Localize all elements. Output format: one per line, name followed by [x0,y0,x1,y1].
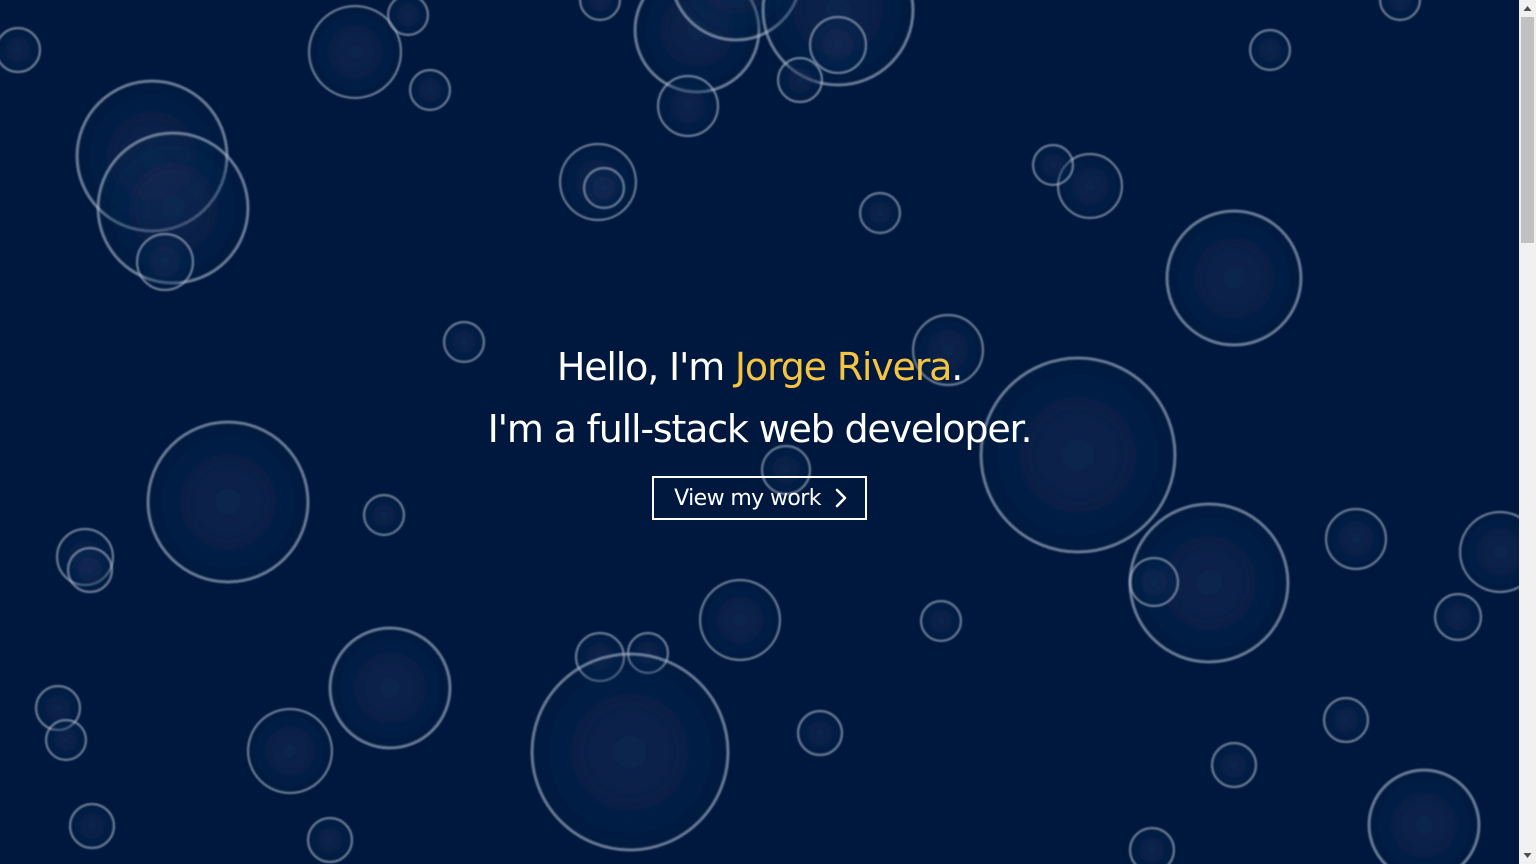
bubble [68,802,116,850]
bubble [135,232,195,292]
greeting-prefix: Hello, I'm [556,345,735,389]
bubble [1248,28,1292,72]
bubble [66,546,114,594]
bubble [919,599,963,643]
bubble [306,816,354,864]
view-my-work-label: View my work [674,485,821,511]
developer-name: Jorge Rivera [734,345,953,389]
bubble [1433,592,1483,642]
greeting-suffix: . [951,345,963,389]
bubble [1458,510,1519,594]
bubble [656,74,720,138]
bubble [582,166,626,210]
bubble [1322,696,1370,744]
bubble [1367,768,1481,864]
bubble [307,4,403,100]
bubble [530,652,730,852]
bubble [0,26,42,74]
bubble [808,15,868,75]
bubble [44,718,88,762]
bubble [246,707,334,795]
scroll-up-arrow-icon[interactable] [1519,0,1536,17]
vertical-scrollbar[interactable] [1519,0,1536,864]
bubble [408,68,452,112]
bubble [1128,556,1180,608]
hero-tagline: I'm a full-stack web developer. [487,407,1033,451]
scroll-down-arrow-icon[interactable] [1519,847,1536,864]
bubble [578,0,622,22]
bubble [386,0,430,37]
bubble [1165,209,1303,347]
bubble [1378,0,1422,22]
bubble [328,626,452,750]
bubble [776,56,824,104]
scrollbar-thumb[interactable] [1521,17,1534,243]
view-my-work-button[interactable]: View my work [652,476,867,520]
bubble [796,709,844,757]
bubble [858,191,902,235]
bubble [1128,826,1176,864]
bubble [1031,143,1075,187]
page: Hello, I'm Jorge Rivera. I'm a full-stac… [0,0,1536,864]
chevron-right-icon [835,488,847,508]
hero-greeting: Hello, I'm Jorge Rivera. [0,336,1519,398]
bubble [1210,741,1258,789]
bubble [698,578,782,662]
hero-content: Hello, I'm Jorge Rivera. I'm a full-stac… [0,336,1519,520]
hero-section: Hello, I'm Jorge Rivera. I'm a full-stac… [0,0,1519,864]
